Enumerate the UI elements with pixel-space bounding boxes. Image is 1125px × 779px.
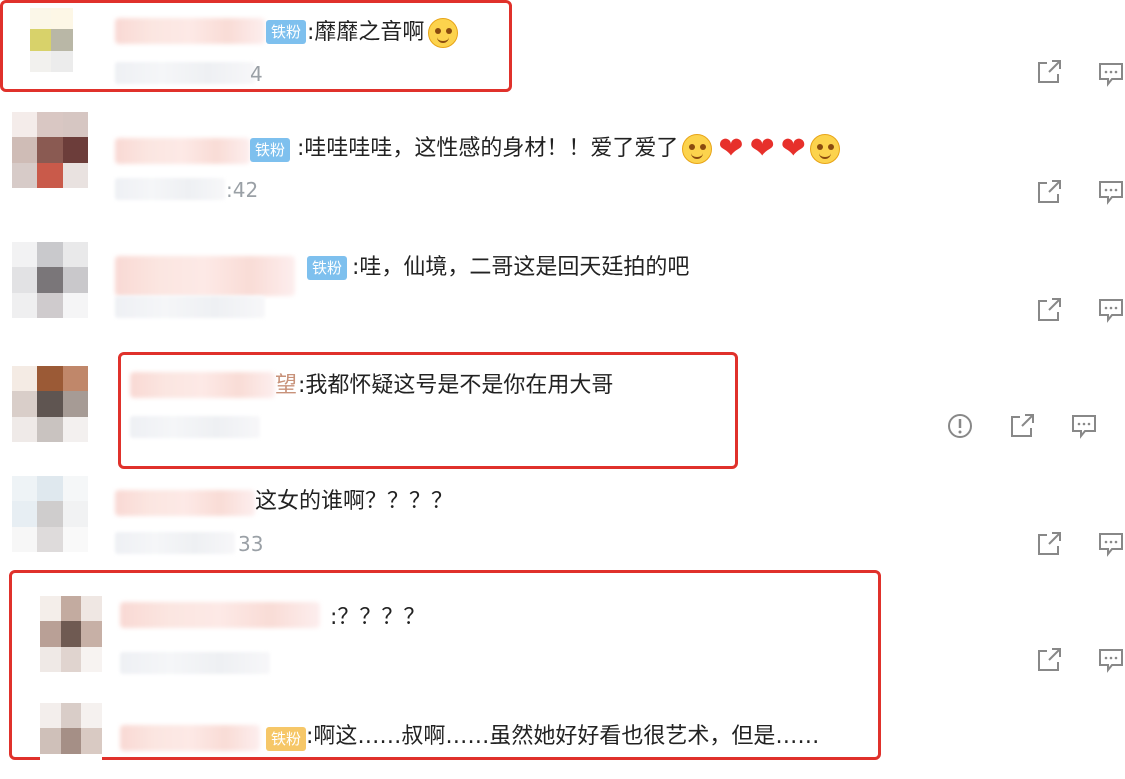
share-icon[interactable] [1035,530,1063,558]
username[interactable] [115,138,250,164]
heart-icon: ❤ [718,131,744,166]
avatar[interactable] [40,703,102,779]
avatar[interactable] [12,242,88,318]
timestamp: :42 [226,178,259,202]
avatar[interactable] [12,112,88,188]
avatar[interactable] [12,366,88,442]
comment-icon[interactable] [1070,412,1098,440]
timestamp: 33 [238,532,264,556]
username[interactable] [130,372,275,398]
heart-eyes-emoji-icon [809,134,840,164]
comment-text-content: :靡靡之音啊 [307,20,425,45]
fan-badge: 铁粉 [266,727,307,751]
comment-icon[interactable] [1097,60,1125,88]
smile-emoji-icon [428,18,459,48]
timestamp-blur [115,296,265,318]
avatar[interactable] [30,8,94,72]
avatar[interactable] [40,596,102,672]
comment-text-content: :哇哇哇哇，这性感的身材！！爱了爱了 [297,136,679,161]
share-icon[interactable] [1035,178,1063,206]
comment-icon[interactable] [1097,530,1125,558]
comment-item: 望 :我都怀疑这号是不是你在用大哥 [0,350,1125,470]
username[interactable] [115,18,265,44]
comment-item: 铁粉 :靡靡之音啊 4 [0,0,1125,110]
comment-item: 铁粉 :哇，仙境，二哥这是回天廷拍的吧 [0,230,1125,350]
report-icon[interactable] [946,412,974,440]
share-icon[interactable] [1035,296,1063,324]
comment-text: :我都怀疑这号是不是你在用大哥 [298,373,614,398]
timestamp-blur [130,416,260,438]
timestamp-blur [115,62,255,84]
comment-icon[interactable] [1097,296,1125,324]
timestamp: 4 [250,62,263,86]
share-icon[interactable] [1035,646,1063,674]
heart-icon: ❤ [749,131,775,166]
comment-item: 这女的谁啊？？？？ 33 [0,470,1125,570]
fan-badge: 铁粉 [307,256,348,280]
comment-text: :哇哇哇哇，这性感的身材！！爱了爱了 ❤ ❤ ❤ [297,134,840,164]
comment-text: :哇，仙境，二哥这是回天廷拍的吧 [352,255,690,280]
fan-badge: 铁粉 [266,20,307,44]
comment-item: 铁粉 :啊这……叔啊……虽然她好好看也很艺术，但是…… [0,695,1125,779]
comment-text: :靡靡之音啊 [307,18,459,48]
timestamp-blur [115,178,225,200]
username[interactable] [120,725,260,751]
share-icon[interactable] [1008,412,1036,440]
timestamp-blur [120,652,270,674]
comment-text: :啊这……叔啊……虽然她好好看也很艺术，但是…… [306,724,820,749]
comment-item: 铁粉 :哇哇哇哇，这性感的身材！！爱了爱了 ❤ ❤ ❤ :42 [0,110,1125,230]
share-icon[interactable] [1035,58,1063,86]
blush-emoji-icon [682,134,713,164]
comment-item: :？？？？ [0,580,1125,695]
fan-badge: 铁粉 [250,138,291,162]
comment-icon[interactable] [1097,178,1125,206]
username[interactable] [120,602,320,628]
comment-icon[interactable] [1097,646,1125,674]
username[interactable] [115,490,255,516]
comment-text: :？？？？ [330,605,426,630]
comment-text: 这女的谁啊？？？？ [255,489,454,514]
heart-icon: ❤ [780,131,806,166]
avatar[interactable] [12,476,88,552]
username[interactable] [115,256,295,296]
timestamp-blur [115,532,235,554]
username-tail[interactable]: 望 [275,372,297,400]
